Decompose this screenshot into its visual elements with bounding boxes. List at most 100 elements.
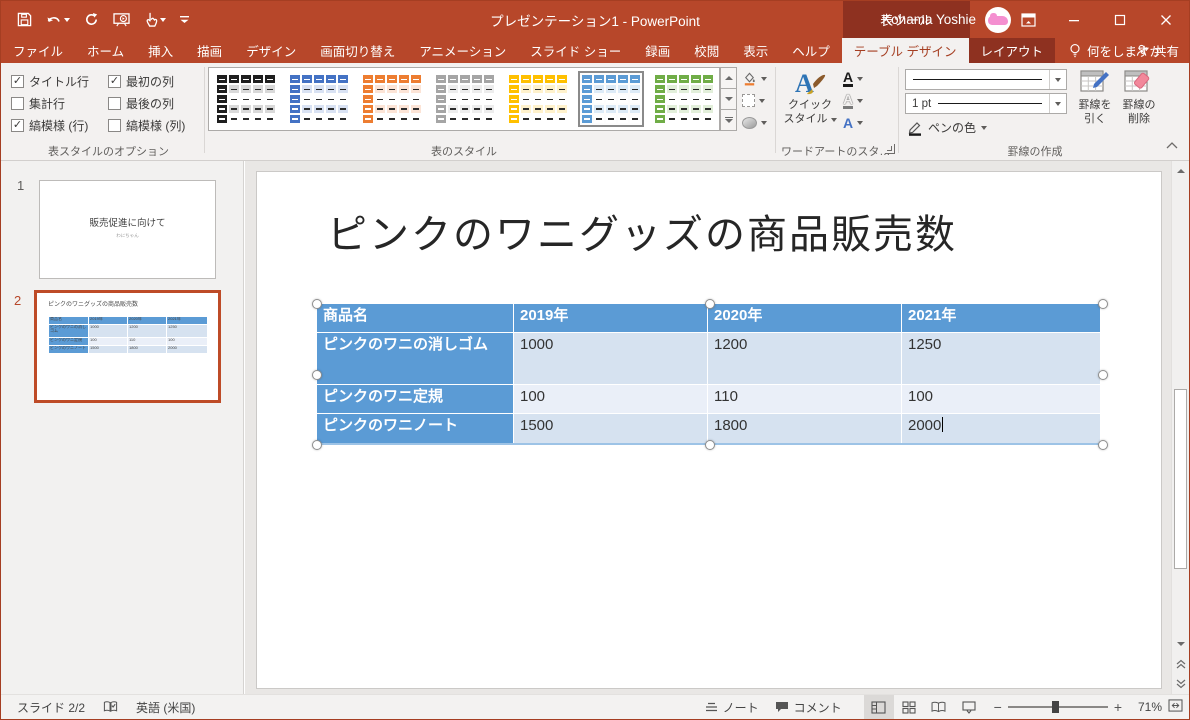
tab-item-4[interactable]: デザイン: [234, 38, 308, 63]
pen-style-combobox[interactable]: [905, 69, 1067, 90]
slide-2-thumbnail[interactable]: ピンクのワニグッズの商品販売数 商品名 2019年 2020年 2021年 ピンクのワニ…: [34, 290, 221, 403]
scroll-up-button[interactable]: [1172, 162, 1189, 179]
language-indicator[interactable]: 英語 (米国): [136, 699, 195, 716]
gallery-scroll-up-button[interactable]: [720, 67, 737, 89]
pen-color-caret[interactable]: [981, 125, 988, 130]
eraser-button[interactable]: 罫線の 削除: [1117, 68, 1161, 142]
tab-item-10[interactable]: 表示: [731, 38, 780, 63]
slideshow-view-button[interactable]: [954, 695, 984, 720]
table-row-header-cell[interactable]: ピンクのワニノート: [317, 414, 513, 443]
table-style-dark-style[interactable]: [213, 71, 279, 127]
table-data-cell[interactable]: 1000: [514, 333, 707, 384]
user-account[interactable]: Kohama Yoshie: [882, 1, 1011, 38]
selection-handle[interactable]: [1098, 299, 1108, 309]
table-style-medium-style-accent1[interactable]: [578, 71, 644, 127]
table-row-header-cell[interactable]: ピンクのワニ定規: [317, 385, 513, 413]
customize-qat-button[interactable]: [180, 15, 189, 25]
tab-item-6[interactable]: アニメーション: [407, 38, 518, 63]
table-data-cell[interactable]: 110: [708, 385, 901, 413]
table-data-cell[interactable]: 100: [514, 385, 707, 413]
quick-styles-button[interactable]: A クイック スタイル: [781, 68, 839, 142]
table-data-cell[interactable]: 1250: [902, 333, 1100, 384]
slide-2-editing-surface[interactable]: ピンクのワニグッズの商品販売数 商品名 2019年 2020年 2021年 ピンクのワニ…: [256, 171, 1162, 689]
checkbox-option-5[interactable]: 縞模様 (列): [108, 117, 212, 134]
selection-handle[interactable]: [312, 369, 322, 380]
tab-item-1[interactable]: ホーム: [75, 38, 136, 63]
table-style-medium-style-blue[interactable]: [286, 71, 352, 127]
zoom-slider-track[interactable]: [1007, 701, 1108, 713]
checkbox-option-3[interactable]: 最後の列: [108, 95, 212, 112]
table-header-cell[interactable]: 2020年: [708, 304, 901, 332]
save-button[interactable]: [17, 12, 32, 27]
text-effects-button[interactable]: A: [843, 113, 864, 133]
slide-sorter-view-button[interactable]: [894, 695, 924, 720]
proofing-status-icon[interactable]: [103, 700, 118, 714]
tab-item-3[interactable]: 描画: [185, 38, 234, 63]
tab-table-design[interactable]: テーブル デザイン: [841, 38, 969, 63]
wordart-dialog-launcher-icon[interactable]: [885, 144, 895, 154]
selection-handle[interactable]: [312, 440, 322, 450]
checkbox-option-0[interactable]: ✓ タイトル行: [11, 73, 108, 90]
table-data-cell[interactable]: 1800: [708, 414, 901, 443]
table-data-cell[interactable]: 100: [902, 385, 1100, 413]
effects-button[interactable]: [742, 113, 767, 132]
selection-handle[interactable]: [1098, 440, 1108, 450]
ribbon-display-options-button[interactable]: [1005, 1, 1051, 38]
tab-item-11[interactable]: ヘルプ: [780, 38, 842, 63]
checked-checkbox-icon[interactable]: ✓: [11, 118, 24, 132]
zoom-in-button[interactable]: +: [1114, 699, 1122, 715]
touch-mode-caret[interactable]: [160, 17, 166, 22]
effects-caret[interactable]: [761, 120, 767, 125]
slide-table[interactable]: 商品名 2019年 2020年 2021年 ピンクのワニの消しゴム 1000 1200 125…: [312, 299, 1108, 450]
borders-button[interactable]: [742, 91, 767, 110]
text-fill-button[interactable]: A: [843, 69, 864, 89]
selection-handle[interactable]: [312, 299, 322, 309]
unchecked-checkbox-icon[interactable]: [108, 96, 121, 110]
slide-indicator[interactable]: スライド 2/2: [17, 699, 85, 716]
pen-weight-caret[interactable]: [1049, 94, 1066, 113]
table-data-cell[interactable]: 1200: [708, 333, 901, 384]
zoom-slider-thumb[interactable]: [1051, 701, 1059, 713]
checkbox-option-4[interactable]: ✓ 縞模様 (行): [11, 117, 108, 134]
shading-button[interactable]: [742, 69, 767, 88]
start-slideshow-button[interactable]: [113, 12, 130, 27]
undo-button[interactable]: [46, 13, 70, 27]
table-data-cell[interactable]: 2000: [902, 414, 1100, 443]
normal-view-button[interactable]: [863, 694, 894, 719]
text-outline-button[interactable]: A: [843, 91, 864, 111]
maximize-button[interactable]: [1097, 1, 1143, 38]
selection-handle[interactable]: [1098, 369, 1108, 380]
table-data-cell[interactable]: 1500: [514, 414, 707, 443]
table-header-cell[interactable]: 2019年: [514, 304, 707, 332]
tab-layout[interactable]: レイアウト: [968, 38, 1056, 63]
share-button[interactable]: 共有: [1136, 38, 1179, 63]
table-grid[interactable]: 商品名 2019年 2020年 2021年 ピンクのワニの消しゴム 1000 1200 125…: [317, 304, 1100, 445]
selection-handle[interactable]: [705, 299, 715, 309]
draw-table-button[interactable]: 罫線を 引く: [1073, 68, 1117, 142]
borders-caret[interactable]: [759, 98, 765, 103]
gallery-scroll-down-button[interactable]: [720, 89, 737, 110]
tab-item-8[interactable]: 録画: [633, 38, 682, 63]
comments-button[interactable]: コメント: [767, 695, 850, 720]
unchecked-checkbox-icon[interactable]: [11, 96, 24, 110]
scrollbar-thumb[interactable]: [1174, 389, 1187, 569]
zoom-out-button[interactable]: −: [994, 699, 1002, 715]
scroll-down-button[interactable]: [1172, 635, 1189, 652]
gallery-more-button[interactable]: [720, 110, 737, 131]
table-header-cell[interactable]: 商品名: [317, 304, 513, 332]
minimize-button[interactable]: [1051, 1, 1097, 38]
next-slide-button[interactable]: [1172, 675, 1189, 692]
table-style-medium-style-green[interactable]: [651, 71, 717, 127]
checked-checkbox-icon[interactable]: ✓: [108, 74, 121, 88]
table-row-header-cell[interactable]: ピンクのワニの消しゴム: [317, 333, 513, 384]
notes-button[interactable]: ノート: [697, 695, 767, 720]
slide-title-text[interactable]: ピンクのワニグッズの商品販売数: [327, 202, 957, 260]
table-style-medium-style-orange[interactable]: [359, 71, 425, 127]
close-button[interactable]: [1143, 1, 1189, 38]
pen-weight-combobox[interactable]: 1 pt: [905, 93, 1067, 114]
zoom-level[interactable]: 71%: [1128, 700, 1162, 714]
tab-item-5[interactable]: 画面切り替え: [308, 38, 407, 63]
shading-caret[interactable]: [761, 76, 767, 81]
table-style-medium-style-gray[interactable]: [432, 71, 498, 127]
tab-item-7[interactable]: スライド ショー: [518, 38, 633, 63]
